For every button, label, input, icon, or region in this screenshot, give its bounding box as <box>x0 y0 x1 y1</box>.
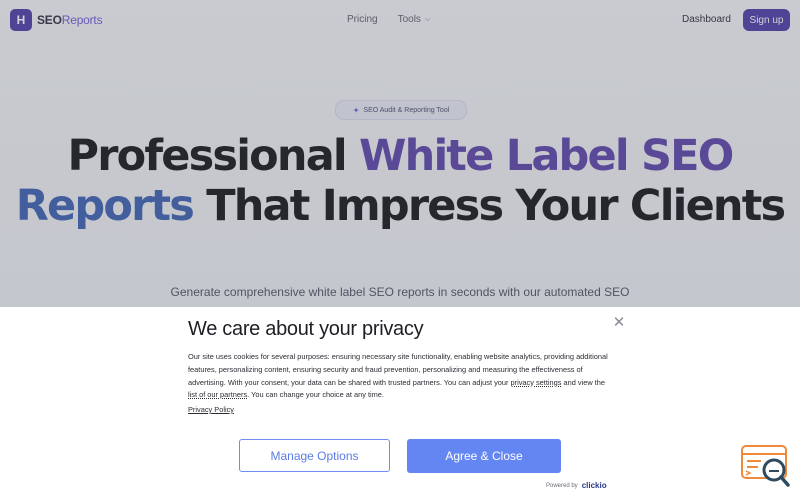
page: H SEOReports Pricing Tools ⌵ Dashboard Si… <box>0 0 800 500</box>
privacy-settings-link[interactable]: privacy settings <box>511 378 562 387</box>
partners-list-link[interactable]: list of our partners <box>188 390 247 399</box>
search-report-icon[interactable] <box>741 444 791 490</box>
manage-options-button[interactable]: Manage Options <box>239 439 390 472</box>
clickio-logo[interactable]: clickio <box>582 481 607 490</box>
consent-text-part-2: and view the <box>561 377 605 387</box>
privacy-policy-link[interactable]: Privacy Policy <box>188 405 234 414</box>
agree-close-button[interactable]: Agree & Close <box>407 439 561 473</box>
consent-backdrop <box>0 0 800 307</box>
close-icon[interactable]: ✕ <box>612 315 626 330</box>
powered-by-label: Powered by <box>546 482 578 489</box>
privacy-consent-dialog: We care about your privacy ✕ Our site us… <box>0 307 800 500</box>
consent-text: Our site uses cookies for several purpos… <box>188 351 613 402</box>
consent-text-part-3: . You can change your choice at any time… <box>247 390 384 400</box>
powered-by: Powered by clickio <box>546 481 607 490</box>
consent-title: We care about your privacy <box>188 318 424 340</box>
